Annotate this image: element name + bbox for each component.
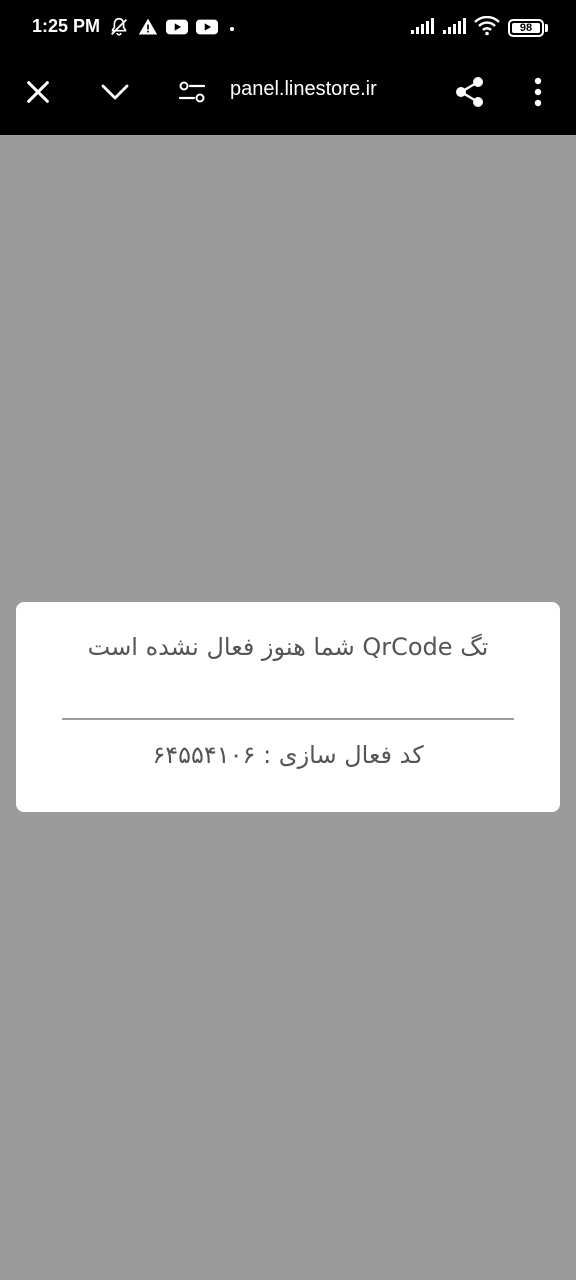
dialog-divider bbox=[62, 718, 514, 720]
site-settings-icon bbox=[178, 79, 206, 109]
battery-level: 98 bbox=[519, 22, 533, 34]
wifi-icon bbox=[474, 15, 500, 40]
status-right-icons: 98 bbox=[410, 15, 548, 40]
share-button[interactable] bbox=[446, 70, 494, 118]
browser-toolbar: panel.linestore.ir bbox=[0, 56, 576, 135]
signal-icon bbox=[442, 17, 466, 39]
close-button[interactable] bbox=[14, 70, 62, 118]
battery-icon: 98 bbox=[508, 19, 548, 37]
youtube-icon bbox=[196, 18, 218, 40]
site-settings-button[interactable] bbox=[168, 70, 216, 118]
notifications-off-icon bbox=[108, 16, 130, 42]
url-text[interactable]: panel.linestore.ir bbox=[230, 78, 377, 101]
status-time: 1:25 PM bbox=[32, 16, 101, 36]
more-options-button[interactable] bbox=[514, 70, 562, 118]
dot-icon bbox=[226, 20, 238, 39]
share-icon bbox=[454, 76, 486, 112]
signal-icon bbox=[410, 17, 434, 39]
status-left-icons bbox=[108, 16, 238, 42]
activation-code: کد فعال سازی : ۶۴۵۵۴۱۰۶ bbox=[152, 741, 424, 769]
chevron-down-icon bbox=[99, 80, 131, 108]
dialog-message: تگ QrCode شما هنوز فعال نشده است bbox=[87, 633, 489, 661]
status-bar: 1:25 PM 98 bbox=[0, 0, 576, 56]
qrcode-status-dialog: تگ QrCode شما هنوز فعال نشده است کد فعال… bbox=[16, 602, 560, 812]
close-icon bbox=[24, 78, 52, 110]
more-vert-icon bbox=[533, 77, 543, 111]
warning-icon bbox=[138, 17, 158, 41]
youtube-icon bbox=[166, 18, 188, 40]
minimize-button[interactable] bbox=[91, 70, 139, 118]
